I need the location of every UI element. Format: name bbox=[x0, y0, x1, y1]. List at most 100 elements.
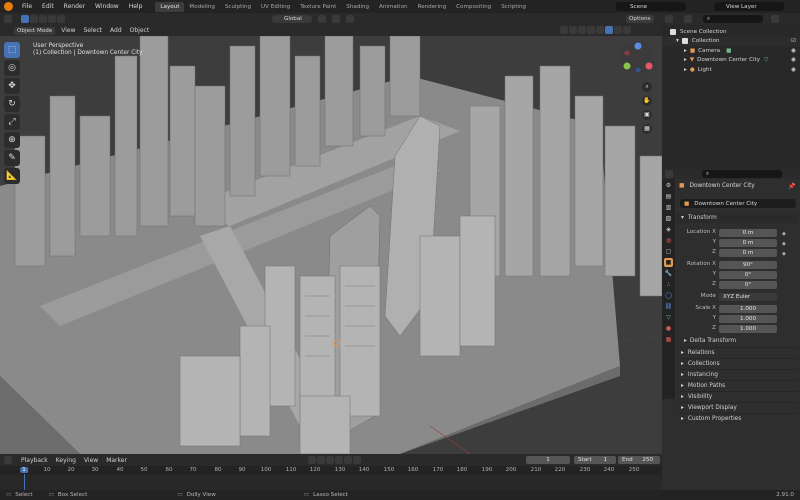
constraints-tab-icon[interactable]: ⛓ bbox=[664, 302, 673, 311]
move-icon[interactable]: ✥ bbox=[4, 78, 20, 94]
expand-arrow-icon[interactable]: ▸ bbox=[684, 48, 687, 54]
location-y-field[interactable]: 0 m bbox=[719, 239, 777, 247]
playhead[interactable] bbox=[24, 474, 25, 490]
proportional-edit-icon[interactable] bbox=[346, 15, 354, 23]
expand-arrow-icon[interactable]: ▸ bbox=[684, 67, 687, 73]
rendered-shading-icon[interactable] bbox=[623, 26, 631, 34]
ortho-toggle-icon[interactable]: ▦ bbox=[642, 124, 652, 134]
physics-tab-icon[interactable]: ◯ bbox=[664, 291, 673, 300]
menu-edit[interactable]: Edit bbox=[37, 3, 59, 10]
delta-transform-header[interactable]: ▸ Delta Transform bbox=[684, 336, 800, 346]
menu-add[interactable]: Add bbox=[106, 27, 126, 34]
menu-keying[interactable]: Keying bbox=[52, 457, 80, 464]
snap-icon[interactable] bbox=[332, 15, 340, 23]
scene-collection-row[interactable]: Scene Collection bbox=[662, 27, 800, 37]
tab-scripting[interactable]: Scripting bbox=[496, 2, 531, 12]
pin-icon[interactable]: 📌 bbox=[788, 183, 795, 190]
outliner-search-input[interactable]: ⌕ bbox=[703, 15, 763, 23]
menu-marker[interactable]: Marker bbox=[102, 457, 131, 464]
pan-view-icon[interactable]: ✋ bbox=[642, 96, 652, 106]
tab-rendering[interactable]: Rendering bbox=[413, 2, 452, 12]
particles-tab-icon[interactable]: ∴ bbox=[664, 280, 673, 289]
viewport-display-header[interactable]: ▸ Viewport Display bbox=[677, 402, 798, 412]
select-mode-icon[interactable] bbox=[21, 15, 29, 23]
tab-sculpting[interactable]: Sculpting bbox=[220, 2, 256, 12]
rotation-mode-select[interactable]: XYZ Euler bbox=[719, 293, 777, 301]
zoom-view-icon[interactable]: ⌕ bbox=[642, 82, 652, 92]
jump-start-icon[interactable] bbox=[308, 456, 316, 464]
menu-select[interactable]: Select bbox=[80, 27, 107, 34]
keyframe-dot-icon[interactable]: ◆ ◆ ◆ bbox=[782, 229, 786, 259]
expand-arrow-icon[interactable]: ▸ bbox=[684, 57, 687, 63]
menu-view[interactable]: View bbox=[57, 27, 79, 34]
custom-properties-header[interactable]: ▸ Custom Properties bbox=[677, 413, 798, 423]
mode-selector[interactable]: Object Mode bbox=[14, 26, 56, 35]
select-subtract-icon[interactable] bbox=[39, 15, 47, 23]
transform-icon[interactable]: ⊕ bbox=[4, 132, 20, 148]
rotation-y-field[interactable]: 0° bbox=[719, 271, 777, 279]
world-tab-icon[interactable]: ◍ bbox=[664, 236, 673, 245]
annotate-icon[interactable]: ✎ bbox=[4, 150, 20, 166]
collections-header[interactable]: ▸ Collections bbox=[677, 358, 798, 368]
menu-object[interactable]: Object bbox=[126, 27, 154, 34]
menu-window[interactable]: Window bbox=[90, 3, 124, 10]
instancing-header[interactable]: ▸ Instancing bbox=[677, 369, 798, 379]
tab-layout[interactable]: Layout bbox=[155, 1, 185, 12]
tab-modeling[interactable]: Modeling bbox=[184, 2, 219, 12]
wireframe-shading-icon[interactable] bbox=[596, 26, 604, 34]
rotate-icon[interactable]: ↻ bbox=[4, 96, 20, 112]
tab-animation[interactable]: Animation bbox=[374, 2, 413, 12]
visibility-icon[interactable] bbox=[560, 26, 568, 34]
relations-header[interactable]: ▸ Relations bbox=[677, 347, 798, 357]
menu-playback[interactable]: Playback bbox=[13, 457, 52, 464]
cursor-icon[interactable]: ◎ bbox=[4, 60, 20, 76]
tab-texture-paint[interactable]: Texture Paint bbox=[295, 2, 341, 12]
overlay-icon[interactable] bbox=[578, 26, 586, 34]
scale-x-field[interactable]: 1.000 bbox=[719, 305, 777, 313]
menu-help[interactable]: Help bbox=[124, 3, 148, 10]
end-frame-field[interactable]: End 250 bbox=[618, 456, 660, 464]
outliner-item-light[interactable]: ▸ ● Light ◉ bbox=[662, 65, 800, 75]
rotation-x-field[interactable]: 90° bbox=[719, 261, 777, 269]
prev-key-icon[interactable] bbox=[317, 456, 325, 464]
properties-search-input[interactable]: ⌕ bbox=[702, 170, 782, 178]
scale-y-field[interactable]: 1.000 bbox=[719, 315, 777, 323]
options-button[interactable]: Options bbox=[626, 15, 654, 23]
menu-render[interactable]: Render bbox=[59, 3, 90, 10]
scale-icon[interactable]: ⤢ bbox=[4, 114, 20, 130]
visibility-header[interactable]: ▸ Visibility bbox=[677, 391, 798, 401]
timeline-area[interactable]: 1 10 20 30 40 50 60 70 80 90 100 110 120… bbox=[0, 466, 662, 490]
properties-editor-icon[interactable] bbox=[665, 170, 673, 178]
collection-checkbox-icon[interactable]: ☑ bbox=[791, 38, 796, 44]
tab-uv-editing[interactable]: UV Editing bbox=[256, 2, 295, 12]
location-z-field[interactable]: 0 m bbox=[719, 249, 777, 257]
output-tab-icon[interactable]: ▥ bbox=[664, 203, 673, 212]
visibility-eye-icon[interactable]: ◉ bbox=[791, 48, 796, 54]
scene-tab-icon[interactable]: ◈ bbox=[664, 225, 673, 234]
play-icon[interactable] bbox=[335, 456, 343, 464]
rotation-z-field[interactable]: 0° bbox=[719, 281, 777, 289]
gizmo-icon[interactable] bbox=[569, 26, 577, 34]
scene-selector[interactable]: Scene bbox=[616, 2, 686, 11]
transform-panel-header[interactable]: ▾ Transform bbox=[677, 213, 798, 223]
view-layer-selector[interactable]: View Layer bbox=[714, 2, 784, 11]
current-frame-field[interactable]: 1 bbox=[526, 456, 570, 464]
object-tab-icon[interactable]: ■ bbox=[664, 258, 673, 267]
outliner-item-city[interactable]: ▸ ▼ Downtown Center City ▽ ◉ bbox=[662, 56, 800, 66]
collection-row[interactable]: ▾ Collection ☑ bbox=[662, 36, 800, 46]
collection-tab-icon[interactable]: ▢ bbox=[664, 247, 673, 256]
start-frame-field[interactable]: Start 1 bbox=[574, 456, 616, 464]
next-key-icon[interactable] bbox=[344, 456, 352, 464]
solid-shading-icon[interactable] bbox=[605, 26, 613, 34]
play-reverse-icon[interactable] bbox=[326, 456, 334, 464]
blender-logo-icon[interactable] bbox=[4, 2, 13, 11]
editor-type-icon[interactable] bbox=[4, 15, 12, 23]
scale-z-field[interactable]: 1.000 bbox=[719, 325, 777, 333]
jump-end-icon[interactable] bbox=[353, 456, 361, 464]
visibility-eye-icon[interactable]: ◉ bbox=[791, 67, 796, 73]
visibility-eye-icon[interactable]: ◉ bbox=[791, 57, 796, 63]
motion-paths-header[interactable]: ▸ Motion Paths bbox=[677, 380, 798, 390]
xray-icon[interactable] bbox=[587, 26, 595, 34]
outliner-item-camera[interactable]: ▸ ■ Camera ■ ◉ bbox=[662, 46, 800, 56]
view-layer-tab-icon[interactable]: ▧ bbox=[664, 214, 673, 223]
